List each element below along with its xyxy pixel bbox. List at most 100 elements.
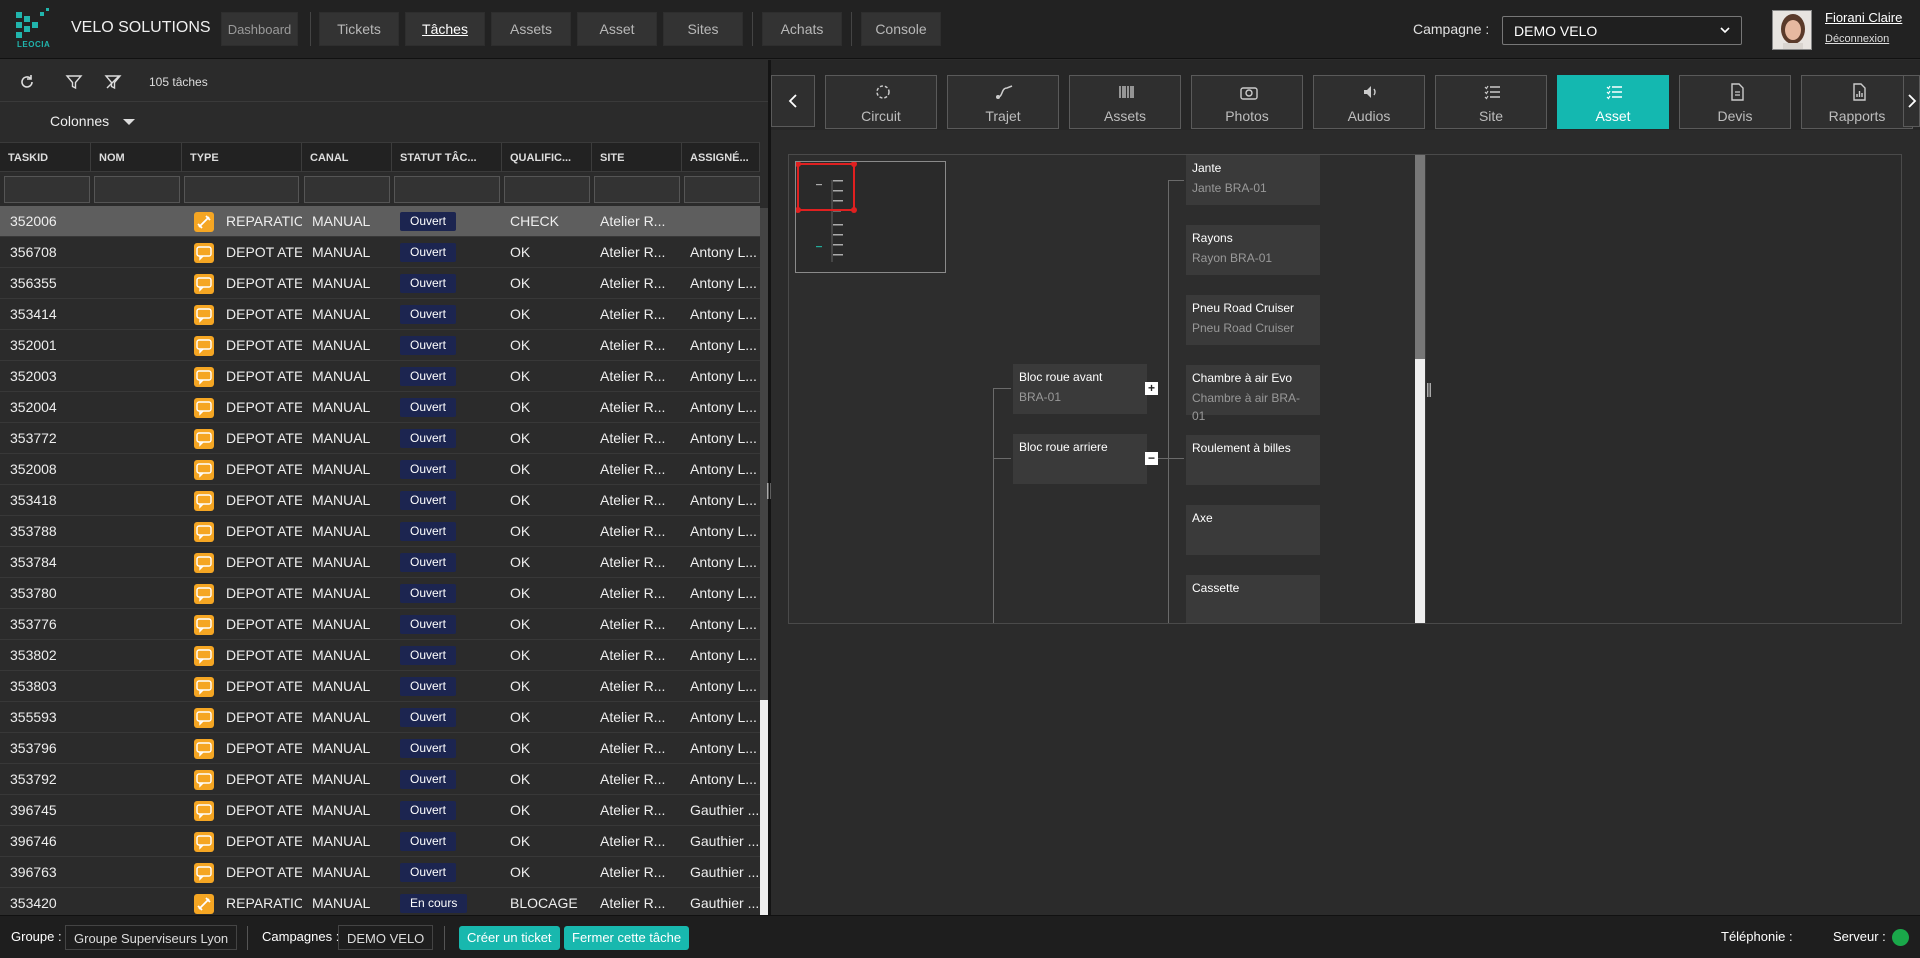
table-row[interactable]: 353772 DEPOT ATE MANUAL OK Atelier R... Anton… — [0, 423, 760, 454]
cell-canal: MANUAL — [312, 709, 371, 725]
user-name-link[interactable]: Fiorani Claire — [1825, 10, 1902, 25]
nav-sites[interactable]: Sites — [663, 12, 743, 46]
cell-nom — [91, 640, 182, 671]
top-bar: LEOCIA VELO SOLUTIONS Dashboard Tickets … — [0, 0, 1920, 59]
refresh-icon[interactable] — [18, 73, 36, 91]
filter-taskid-input[interactable] — [4, 176, 90, 203]
nav-asset[interactable]: Asset — [577, 12, 657, 46]
tab-trajet[interactable]: Trajet — [947, 75, 1059, 129]
filter-qualification-input[interactable] — [504, 176, 590, 203]
filter-icon[interactable] — [65, 73, 83, 91]
col-header-canal[interactable]: CANAL — [302, 143, 392, 173]
nav-tickets[interactable]: Tickets — [319, 12, 399, 46]
col-header-taskid[interactable]: TASKID — [0, 143, 91, 173]
filter-statut-input[interactable] — [394, 176, 500, 203]
table-row[interactable]: 352003 DEPOT ATE MANUAL OK Atelier R... Anton… — [0, 361, 760, 392]
nav-dashboard[interactable]: Dashboard — [221, 12, 298, 46]
col-header-assigne[interactable]: ASSIGNÉ... — [682, 143, 760, 173]
filter-assigne-input[interactable] — [684, 176, 760, 203]
table-row[interactable]: 356355 DEPOT ATE MANUAL OK Atelier R... Anton… — [0, 268, 760, 299]
table-row[interactable]: 352001 DEPOT ATE MANUAL OK Atelier R... Anton… — [0, 330, 760, 361]
collapse-button[interactable]: − — [1145, 452, 1158, 465]
grid-scrollbar-thumb[interactable] — [760, 700, 768, 915]
table-row[interactable]: 353784 DEPOT ATE MANUAL OK Atelier R... Anton… — [0, 547, 760, 578]
filter-type-input[interactable] — [184, 176, 299, 203]
tree-minimap[interactable] — [795, 161, 946, 273]
table-row[interactable]: 353418 DEPOT ATE MANUAL OK Atelier R... Anton… — [0, 485, 760, 516]
logout-link[interactable]: Déconnexion — [1825, 33, 1889, 45]
table-row[interactable]: 353780 DEPOT ATE MANUAL OK Atelier R... Anton… — [0, 578, 760, 609]
table-row[interactable]: 352004 DEPOT ATE MANUAL OK Atelier R... Anton… — [0, 392, 760, 423]
resize-handle-icon[interactable] — [1426, 383, 1432, 397]
cell-assigne: Gauthier ... — [690, 833, 760, 849]
tree-node-axe[interactable]: Axe — [1186, 505, 1320, 555]
table-row[interactable]: 353788 DEPOT ATE MANUAL OK Atelier R... Anton… — [0, 516, 760, 547]
expand-button[interactable]: + — [1145, 382, 1158, 395]
tab-assets[interactable]: Assets — [1069, 75, 1181, 129]
table-row[interactable]: 353802 DEPOT ATE MANUAL OK Atelier R... Anton… — [0, 640, 760, 671]
tab-site[interactable]: Site — [1435, 75, 1547, 129]
avatar-portrait-icon — [1773, 11, 1811, 49]
tab-photos[interactable]: Photos — [1191, 75, 1303, 129]
tree-node-bloc-roue-arriere[interactable]: Bloc roue arriere — [1013, 434, 1147, 484]
close-task-button[interactable]: Fermer cette tâche — [564, 926, 690, 950]
tree-node-jante[interactable]: Jante Jante BRA-01 — [1186, 155, 1320, 205]
asset-tree-area[interactable]: Bloc roue avant BRA-01 + Bloc roue arrie… — [789, 155, 1415, 623]
table-row[interactable]: 353420 REPARATION MANUAL BLOCAGE Atelier R..… — [0, 888, 760, 915]
nav-taches[interactable]: Tâches — [405, 12, 485, 46]
filter-canal-input[interactable] — [304, 176, 390, 203]
tab-asset[interactable]: Asset — [1557, 75, 1669, 129]
list-icon — [1484, 85, 1500, 100]
cell-nom — [91, 578, 182, 609]
table-row[interactable]: 353414 DEPOT ATE MANUAL OK Atelier R... Anton… — [0, 299, 760, 330]
table-row[interactable]: 353803 DEPOT ATE MANUAL OK Atelier R... Anton… — [0, 671, 760, 702]
table-row[interactable]: 352006 REPARATION MANUAL CHECK Atelier R... O… — [0, 206, 760, 237]
tab-devis[interactable]: Devis — [1679, 75, 1791, 129]
col-header-site[interactable]: SITE — [592, 143, 682, 173]
clear-filter-icon[interactable] — [104, 73, 122, 91]
table-row[interactable]: 396746 DEPOT ATE MANUAL OK Atelier R... Gauth… — [0, 826, 760, 857]
table-row[interactable]: 396763 DEPOT ATE MANUAL OK Atelier R... Gauth… — [0, 857, 760, 888]
tabs-scroll-right-button[interactable] — [1903, 75, 1920, 127]
nav-console[interactable]: Console — [861, 12, 941, 46]
cell-assigne: Antony L... — [690, 430, 757, 446]
filter-site-input[interactable] — [594, 176, 680, 203]
tree-node-rayons[interactable]: Rayons Rayon BRA-01 — [1186, 225, 1320, 275]
tree-node-bloc-roue-avant[interactable]: Bloc roue avant BRA-01 — [1013, 364, 1147, 414]
filter-nom-input[interactable] — [94, 176, 180, 203]
tabs-scroll-left-button[interactable] — [771, 75, 815, 127]
col-header-statut[interactable]: STATUT TÂC... — [392, 143, 502, 173]
cell-site: Atelier R... — [600, 740, 666, 756]
tree-scrollbar-thumb[interactable] — [1415, 155, 1425, 359]
table-row[interactable]: 353776 DEPOT ATE MANUAL OK Atelier R... Anton… — [0, 609, 760, 640]
nav-achats[interactable]: Achats — [762, 12, 842, 46]
tree-node-pneu[interactable]: Pneu Road Cruiser Pneu Road Cruiser — [1186, 295, 1320, 345]
table-row[interactable]: 353796 DEPOT ATE MANUAL OK Atelier R... Anton… — [0, 733, 760, 764]
table-row[interactable]: 352008 DEPOT ATE MANUAL OK Atelier R... Anton… — [0, 454, 760, 485]
tree-node-roulement[interactable]: Roulement à billes — [1186, 435, 1320, 485]
table-row[interactable]: 356708 DEPOT ATE MANUAL OK Atelier R... Anton… — [0, 237, 760, 268]
cell-assigne: Antony L... — [690, 585, 757, 601]
nav-assets[interactable]: Assets — [491, 12, 571, 46]
tab-audios[interactable]: Audios — [1313, 75, 1425, 129]
tree-node-chambre-a-air[interactable]: Chambre à air Evo Chambre à air BRA-01 — [1186, 365, 1320, 423]
cell-canal: MANUAL — [312, 461, 371, 477]
table-row[interactable]: 355593 DEPOT ATE MANUAL OK Atelier R... Anton… — [0, 702, 760, 733]
create-ticket-button[interactable]: Créer un ticket — [459, 926, 560, 950]
table-row[interactable]: 396745 DEPOT ATE MANUAL OK Atelier R... Gauth… — [0, 795, 760, 826]
cell-nom — [91, 733, 182, 764]
table-row[interactable]: 353792 DEPOT ATE MANUAL OK Atelier R... Anton… — [0, 764, 760, 795]
columns-button[interactable]: Colonnes — [50, 113, 109, 129]
caret-down-icon[interactable] — [123, 119, 135, 125]
cell-nom — [91, 454, 182, 485]
avatar[interactable] — [1772, 10, 1812, 50]
col-header-qualification[interactable]: QUALIFIC... — [502, 143, 592, 173]
cell-qualification: OK — [510, 399, 531, 415]
tab-circuit[interactable]: Circuit — [825, 75, 937, 129]
campaign-select[interactable]: DEMO VELO — [1502, 16, 1742, 45]
col-header-nom[interactable]: NOM — [91, 143, 182, 173]
col-header-type[interactable]: TYPE — [182, 143, 302, 173]
cell-assigne: Antony L... — [690, 337, 757, 353]
tab-rapports[interactable]: Rapports — [1801, 75, 1913, 129]
tree-node-cassette[interactable]: Cassette — [1186, 575, 1320, 623]
